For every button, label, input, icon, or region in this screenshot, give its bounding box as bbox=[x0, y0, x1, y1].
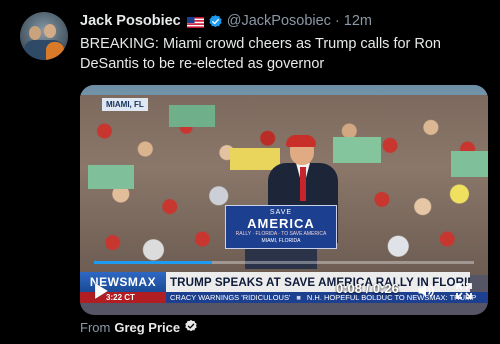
ticker-item: CRACY WARNINGS 'RIDICULOUS' bbox=[170, 293, 291, 302]
podium-base bbox=[245, 249, 317, 269]
video-attribution: From Greg Price bbox=[80, 319, 198, 335]
news-ticker: CRACY WARNINGS 'RIDICULOUS' ■ N.H. HOPEF… bbox=[166, 292, 488, 303]
fullscreen-icon[interactable] bbox=[456, 283, 472, 299]
avatar[interactable] bbox=[20, 12, 68, 60]
podium-line-3: RALLY · FLORIDA · TO SAVE AMERICA bbox=[235, 231, 327, 237]
tweet-header: Jack Posobiec @JackPosobiec · 12m bbox=[80, 11, 372, 31]
separator-dot: · bbox=[334, 13, 340, 29]
video-timecode: 0:08 / 0:26 bbox=[336, 281, 399, 296]
us-flag-icon bbox=[186, 16, 204, 28]
from-label: From bbox=[80, 319, 111, 335]
source-name[interactable]: Greg Price bbox=[114, 320, 180, 335]
podium-line-2: AMERICA bbox=[247, 216, 315, 231]
crowd-sign bbox=[451, 151, 488, 177]
video-player[interactable]: MIAMI, FL SAVE AMERICA RALLY · FLORIDA ·… bbox=[80, 85, 488, 315]
crowd-sign bbox=[333, 137, 381, 163]
volume-icon[interactable] bbox=[416, 281, 436, 301]
tweet-timestamp[interactable]: 12m bbox=[344, 13, 372, 29]
video-progress-bar[interactable] bbox=[94, 261, 474, 264]
ticker-separator: ■ bbox=[296, 293, 301, 302]
tweet-text: BREAKING: Miami crowd cheers as Trump ca… bbox=[80, 36, 441, 72]
play-icon[interactable] bbox=[93, 282, 109, 300]
author-name[interactable]: Jack Posobiec bbox=[80, 13, 181, 29]
verified-badge-icon bbox=[184, 319, 198, 336]
location-sign: MIAMI, FL bbox=[102, 98, 148, 111]
verified-badge-icon bbox=[208, 14, 223, 29]
crowd-sign bbox=[169, 105, 215, 127]
author-handle[interactable]: @JackPosobiec bbox=[227, 13, 331, 29]
crowd-sign bbox=[88, 165, 134, 189]
tweet: Jack Posobiec @JackPosobiec · 12m BREAKI… bbox=[0, 0, 500, 344]
video-progress-fill bbox=[94, 261, 212, 264]
podium-line-4: MIAMI, FLORIDA bbox=[261, 238, 301, 244]
podium-sign: SAVE AMERICA RALLY · FLORIDA · TO SAVE A… bbox=[225, 205, 337, 249]
